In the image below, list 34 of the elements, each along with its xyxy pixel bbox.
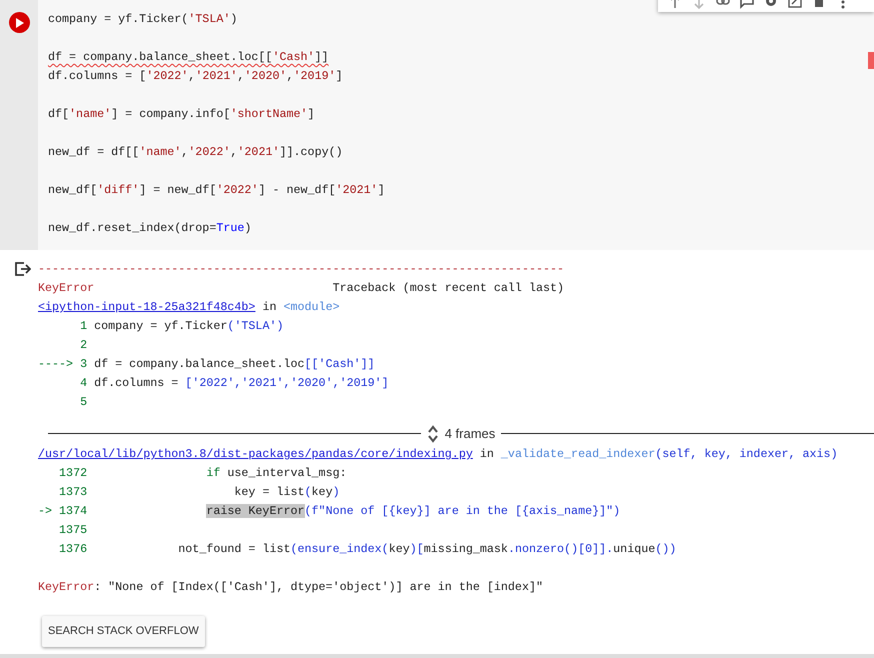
- traceback-line: 4 df.columns = ['2022','2021','2020','2019']: [79, 376, 389, 390]
- code-line: new_df = df[['name','2022','2021']].copy(): [48, 145, 343, 159]
- run-button[interactable]: [9, 12, 30, 33]
- traceback-line: ---------------------------------------------------------------------------: [38, 262, 564, 276]
- code-line: df['name'] = company.info['shortName']: [48, 107, 315, 121]
- traceback-line: 1375: [58, 523, 88, 537]
- code-line: new_df.reset_index(drop=True): [48, 221, 252, 235]
- traceback-line: ----> 3 df = company.balance_sheet.loc[['Cash']]: [38, 357, 375, 371]
- file-link[interactable]: /usr/local/lib/python3.8/dist-packages/pandas/core/indexing.py: [38, 447, 473, 461]
- code-line: df.columns = ['2022','2021','2020','2019']: [48, 69, 343, 83]
- traceback-line: 1376 not_found = list(ensure_index(key)[missing_mask.nonzero()[0]].unique()): [58, 542, 676, 556]
- traceback-line: -> 1374 raise KeyError(f"None of [{key}] are in the [{axis_name}]"): [38, 504, 620, 518]
- traceback-line: KeyError: "None of [Index(['Cash'], dtype='object')] are in the [index]": [38, 580, 543, 594]
- search-stack-overflow-button[interactable]: SEARCH STACK OVERFLOW: [42, 616, 205, 647]
- traceback-text: _validate_read_indexer: [500, 447, 656, 461]
- traceback-line: 2: [79, 338, 88, 352]
- traceback-text: <module>: [284, 300, 340, 314]
- traceback-line: 1372 if use_interval_msg:: [58, 466, 347, 480]
- traceback-text: in: [478, 447, 495, 461]
- code-line: new_df['diff'] = new_df['2022'] - new_df['2021']: [48, 183, 385, 197]
- play-icon: [15, 18, 24, 28]
- traceback-text: in: [261, 300, 278, 314]
- output-icon[interactable]: [15, 262, 31, 276]
- chevron-icon: [426, 424, 439, 442]
- traceback-line: KeyError Traceback (most recent call last): [38, 281, 564, 295]
- traceback-line: 5: [79, 395, 88, 409]
- frames-toggle[interactable]: 4 frames: [426, 424, 496, 443]
- traceback-line: 1373 key = list(key): [58, 485, 340, 499]
- error-marker: [868, 52, 874, 69]
- code-line: df = company.balance_sheet.loc[['Cash']]: [48, 50, 329, 64]
- traceback-text: (self, key, indexer, axis): [655, 447, 838, 461]
- file-link[interactable]: <ipython-input-18-25a321f48c4b>: [38, 300, 256, 314]
- traceback-line: 1 company = yf.Ticker('TSLA'): [79, 319, 284, 333]
- code-line: company = yf.Ticker('TSLA'): [48, 12, 238, 26]
